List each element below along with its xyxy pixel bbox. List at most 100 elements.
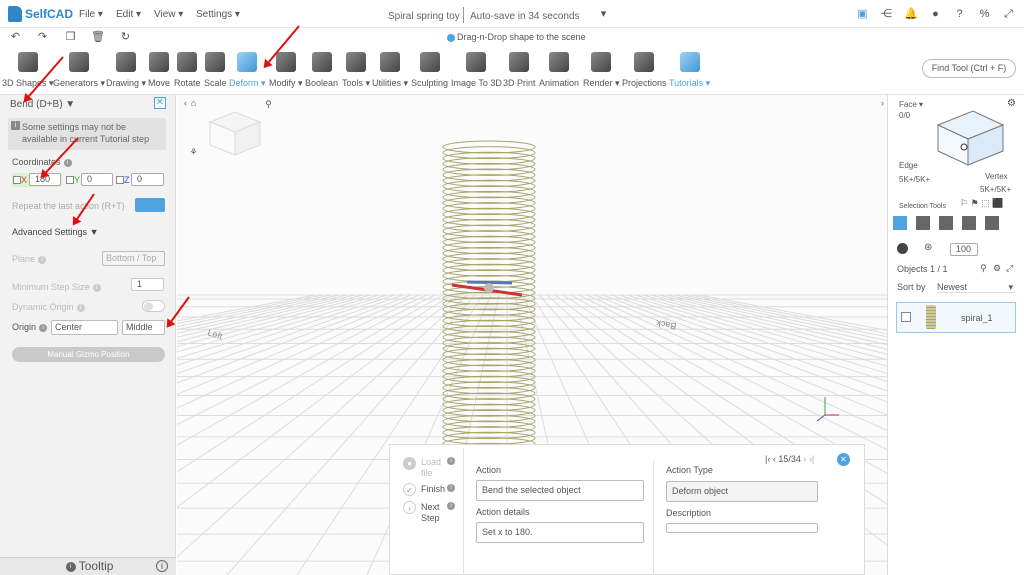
tool-animation[interactable]: Animation bbox=[539, 52, 579, 88]
select-vertex-icon[interactable] bbox=[962, 216, 976, 230]
plane-select[interactable]: Bottom / Top bbox=[102, 251, 165, 266]
z-input[interactable]: 0 bbox=[131, 173, 164, 186]
share-icon[interactable]: ⋲ bbox=[880, 8, 893, 21]
manual-gizmo-button[interactable]: Manual Gizmo Position bbox=[12, 347, 165, 362]
repeat-toggle[interactable] bbox=[135, 198, 165, 212]
tool-sculpting[interactable]: Sculpting bbox=[411, 52, 448, 88]
color-swatch[interactable] bbox=[897, 243, 908, 254]
y-checkbox[interactable] bbox=[66, 176, 74, 184]
info-circle-icon[interactable]: i bbox=[156, 560, 168, 572]
tool-move[interactable]: Move bbox=[148, 52, 170, 88]
spiral-spring[interactable] bbox=[442, 140, 536, 456]
z-checkbox[interactable] bbox=[116, 176, 124, 184]
object-item[interactable] bbox=[896, 302, 1016, 333]
selfcad-logo[interactable]: SelfCAD bbox=[8, 6, 73, 22]
panel-title[interactable]: Bend (D+B) ▼ bbox=[10, 99, 75, 110]
tool-tools[interactable]: Tools ▾ bbox=[342, 52, 370, 89]
view-cube[interactable] bbox=[208, 111, 262, 156]
notifications-icon[interactable]: 🔔 bbox=[904, 8, 918, 21]
min-step-input[interactable]: 1 bbox=[131, 278, 164, 291]
tool-scale[interactable]: Scale bbox=[204, 52, 227, 88]
sculpting-icon bbox=[419, 52, 440, 72]
selection-cube[interactable] bbox=[928, 103, 1008, 173]
close-icon[interactable]: ✕ bbox=[837, 453, 850, 466]
tool-image-to-3d[interactable]: Image To 3D bbox=[451, 52, 502, 88]
pattern-icon[interactable]: ⊛ bbox=[924, 242, 932, 253]
menu-settings[interactable]: Settings ▾ bbox=[196, 9, 240, 20]
edge-label: Edge bbox=[899, 161, 918, 170]
redo-icon[interactable]: ↷ bbox=[36, 31, 49, 44]
select-edge-icon[interactable] bbox=[939, 216, 953, 230]
x-label: X bbox=[21, 175, 28, 185]
advanced-settings-toggle[interactable]: Advanced Settings ▼ bbox=[12, 227, 99, 237]
autosave-dropdown-icon[interactable]: ▾ bbox=[597, 8, 610, 21]
animation-icon bbox=[549, 52, 570, 72]
action-type-label: Action Type bbox=[666, 465, 713, 475]
vertex-label: Vertex bbox=[985, 172, 1008, 181]
tool-3d-print[interactable]: 3D Print bbox=[503, 52, 536, 88]
account-icon[interactable]: ● bbox=[929, 8, 942, 21]
selection-tool-icons-small[interactable]: ⚐ ⚑ ⬚ ⬛ bbox=[960, 198, 1003, 209]
object-checkbox[interactable] bbox=[901, 312, 911, 322]
light-icon[interactable]: ⚲ bbox=[262, 98, 275, 111]
rotate-icon bbox=[177, 52, 198, 72]
help-icon[interactable]: ? bbox=[953, 8, 966, 21]
save-icon[interactable]: ▣ bbox=[856, 8, 869, 21]
tool-render[interactable]: Render ▾ bbox=[583, 52, 620, 89]
y-input[interactable]: 0 bbox=[81, 173, 113, 186]
opacity-input[interactable]: 100 bbox=[950, 243, 978, 256]
delete-icon[interactable]: 🗑 bbox=[91, 31, 105, 44]
tool-modify[interactable]: Modify ▾ bbox=[269, 52, 303, 89]
tool-rotate[interactable]: Rotate bbox=[174, 52, 201, 88]
select-object-icon[interactable] bbox=[893, 216, 907, 230]
info-icon[interactable]: i bbox=[447, 457, 455, 465]
tool-3d-shapes[interactable]: 3D Shapes ▾ bbox=[2, 52, 54, 89]
tool-projections[interactable]: Projections bbox=[622, 52, 667, 88]
refresh-icon[interactable]: ↻ bbox=[119, 31, 132, 44]
dynamic-origin-toggle[interactable] bbox=[142, 300, 165, 312]
x-checkbox[interactable] bbox=[13, 176, 21, 184]
close-icon[interactable]: ✕ bbox=[154, 97, 166, 109]
tutorial-pager[interactable]: |‹ ‹ 15/34 › ›| bbox=[765, 454, 814, 464]
tool-boolean[interactable]: Boolean bbox=[305, 52, 338, 88]
step-finish[interactable]: Finish bbox=[421, 484, 445, 495]
search-icon[interactable]: ⚲ bbox=[980, 263, 987, 274]
action-label: Action bbox=[476, 465, 502, 475]
check-icon: ✓ bbox=[403, 483, 416, 496]
step-next[interactable]: Next Step bbox=[421, 502, 443, 524]
settings-icon[interactable]: ⚙ bbox=[993, 263, 1001, 274]
info-icon bbox=[447, 33, 455, 42]
action-field: Bend the selected object bbox=[476, 480, 644, 501]
home-icon[interactable]: ⌂ bbox=[187, 97, 200, 110]
tool-utilities[interactable]: Utilities ▾ bbox=[372, 52, 408, 89]
sort-select[interactable]: Newest ▾ bbox=[937, 282, 1015, 293]
face-mode[interactable]: Face ▾ bbox=[899, 100, 923, 109]
bulb-icon[interactable]: ⚘ bbox=[187, 146, 200, 159]
tool-tutorials[interactable]: Tutorials ▾ bbox=[669, 52, 710, 89]
tool-drawing[interactable]: Drawing ▾ bbox=[106, 52, 146, 89]
face-count: 0/0 bbox=[899, 111, 911, 120]
select-all-icon[interactable] bbox=[985, 216, 999, 230]
tool-deform[interactable]: Deform ▾ bbox=[229, 52, 266, 89]
undo-icon[interactable]: ↶ bbox=[9, 31, 22, 44]
tooltip-bar[interactable]: i Tooltip i bbox=[0, 557, 176, 575]
step-load-file[interactable]: Load file bbox=[421, 457, 443, 479]
copy-icon[interactable]: ❐ bbox=[64, 31, 77, 44]
origin-select-1[interactable]: Center bbox=[51, 320, 118, 335]
menu-view[interactable]: View ▾ bbox=[154, 9, 183, 20]
menu-edit[interactable]: Edit ▾ bbox=[116, 9, 141, 20]
project-name[interactable]: Spiral spring toy bbox=[388, 11, 460, 22]
origin-select-2[interactable]: Middle bbox=[122, 320, 165, 335]
fullscreen-icon[interactable]: ⤢ bbox=[1002, 8, 1015, 21]
ground-label-back: Back bbox=[655, 318, 677, 331]
gear-icon[interactable]: ⚙ bbox=[1007, 98, 1016, 109]
info-icon[interactable]: i bbox=[447, 484, 455, 492]
selection-tools-label: Selection Tools bbox=[899, 203, 946, 210]
drag-hint: Drag-n-Drop shape to the scene bbox=[447, 32, 586, 42]
percent-icon[interactable]: % bbox=[978, 8, 991, 21]
find-tool-button[interactable]: Find Tool (Ctrl + F) bbox=[922, 59, 1016, 78]
select-face-icon[interactable] bbox=[916, 216, 930, 230]
menu-file[interactable]: File ▾ bbox=[79, 9, 103, 20]
info-icon[interactable]: i bbox=[447, 502, 455, 510]
expand-icon[interactable]: ⤢ bbox=[1006, 263, 1013, 274]
